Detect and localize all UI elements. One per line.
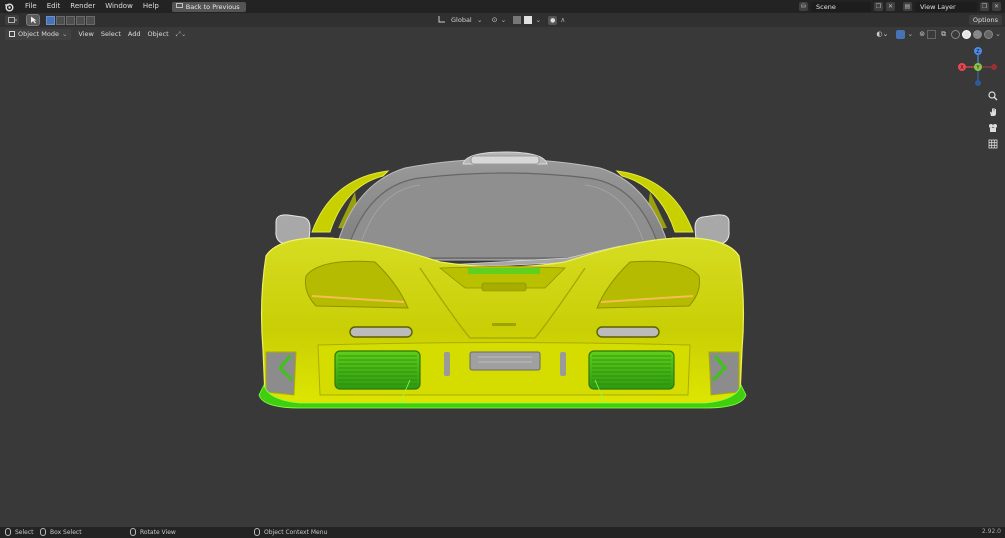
transform-orientation-dropdown[interactable]: Global [449, 16, 474, 24]
delete-scene-icon[interactable]: ✕ [886, 2, 895, 11]
menu-edit[interactable]: Edit [42, 0, 66, 13]
selection-mode-group [45, 15, 95, 25]
screen-icon [175, 2, 183, 12]
right-mouse-icon [254, 528, 260, 536]
chevron-down-icon: ⌄ [535, 16, 542, 24]
scene-selector: ⛁ Scene ❐ ✕ [799, 1, 895, 12]
scene-icon[interactable]: ⛁ [799, 2, 808, 11]
proportional-edit-icon[interactable]: ● [548, 15, 558, 25]
menu-window[interactable]: Window [100, 0, 138, 13]
xray-toggle-icon[interactable] [927, 29, 937, 39]
status-select-label: Select [15, 528, 34, 536]
zoom-icon[interactable] [986, 89, 999, 102]
chevron-down-icon: ⌄ [500, 16, 507, 24]
gizmo-toggle-icon[interactable] [896, 29, 906, 39]
status-context-menu: Object Context Menu [254, 528, 327, 536]
object-visibility-icon[interactable]: ◐⌄ [876, 30, 888, 38]
transform-affect-icon[interactable]: ⤢⌄ [172, 28, 190, 40]
viewport-menu-object[interactable]: Object [144, 28, 172, 40]
mode-subtract-icon[interactable] [66, 15, 75, 25]
status-box-select: Box Select [40, 528, 82, 536]
new-scene-icon[interactable]: ❐ [874, 2, 883, 11]
status-bar: Select Box Select Rotate View Object Con… [0, 527, 1005, 538]
select-tool-icon[interactable] [26, 14, 40, 26]
editor-type-icon[interactable] [5, 15, 19, 25]
delete-view-layer-icon[interactable]: ✕ [992, 2, 1001, 11]
snap-target-icon[interactable] [524, 16, 533, 24]
mode-intersect-icon[interactable] [86, 15, 95, 25]
mode-set-icon[interactable] [46, 15, 55, 25]
3d-viewport[interactable]: Z X Y [0, 41, 1005, 527]
mode-extend-icon[interactable] [56, 15, 65, 25]
snap-toggle-icon[interactable] [513, 16, 522, 24]
view-layer-icon[interactable]: ▤ [903, 2, 912, 11]
chevron-down-icon: ⌄ [907, 30, 914, 38]
material-preview-shading-icon[interactable] [973, 29, 983, 39]
options-dropdown[interactable]: Options [968, 15, 1002, 25]
chevron-down-icon: ⌄ [476, 16, 483, 24]
view-layer-selector: ▤ View Layer ❐ ✕ [903, 1, 1001, 12]
back-to-previous-label: Back to Previous [185, 2, 240, 11]
grid-perspective-icon[interactable] [986, 137, 999, 150]
view-layer-name-field[interactable]: View Layer [915, 1, 977, 12]
middle-mouse-icon [130, 528, 136, 536]
version-label: 2.92.0 [981, 528, 1001, 535]
pivot-point-icon[interactable]: ⊙ [492, 16, 498, 24]
transform-settings: Global ⌄ ⊙ ⌄ ⌄ ● ∧ [438, 14, 565, 26]
solid-shading-icon[interactable] [962, 29, 972, 39]
object-mode-icon [9, 31, 15, 37]
tool-header: Global ⌄ ⊙ ⌄ ⌄ ● ∧ Options [0, 13, 1005, 27]
status-box-select-label: Box Select [50, 528, 82, 536]
chevron-down-icon: ⌄ [61, 29, 68, 38]
top-menu-bar: File Edit Render Window Help Back to Pre… [0, 0, 1005, 13]
status-rotate-view-label: Rotate View [140, 528, 176, 536]
object-mode-dropdown[interactable]: Object Mode ⌄ [5, 28, 72, 40]
object-mode-label: Object Mode [18, 29, 59, 38]
pan-hand-icon[interactable] [986, 105, 999, 118]
menu-render[interactable]: Render [65, 0, 100, 13]
overlays-icon[interactable]: ⊚ [919, 30, 925, 38]
falloff-icon[interactable]: ∧ [560, 16, 565, 24]
viewport-menu-add[interactable]: Add [124, 28, 144, 40]
viewport-header: Object Mode ⌄ View Select Add Object ⤢⌄ … [0, 27, 1005, 41]
left-mouse-icon [5, 528, 11, 536]
camera-icon[interactable] [986, 121, 999, 134]
menu-file[interactable]: File [20, 0, 42, 13]
rendered-shading-icon[interactable] [984, 29, 994, 39]
status-context-menu-label: Object Context Menu [264, 528, 328, 536]
xray-icon[interactable]: ⧉ [941, 30, 946, 39]
car-model[interactable] [0, 41, 1005, 527]
viewport-menu-view[interactable]: View [75, 28, 97, 40]
status-rotate-view: Rotate View [130, 528, 176, 536]
back-to-previous-button[interactable]: Back to Previous [171, 1, 246, 12]
middle-mouse-icon [40, 528, 46, 536]
mode-invert-icon[interactable] [76, 15, 85, 25]
chevron-down-icon: ⌄ [995, 30, 1001, 38]
viewport-menu-select[interactable]: Select [97, 28, 124, 40]
scene-name-field[interactable]: Scene [811, 1, 871, 12]
new-view-layer-icon[interactable]: ❐ [980, 2, 989, 11]
orientation-icon [438, 15, 446, 25]
navigation-gizmo[interactable]: Z X Y [955, 45, 1000, 90]
blender-logo-icon[interactable] [4, 2, 14, 12]
menu-help[interactable]: Help [138, 0, 164, 13]
viewport-display-controls: ◐⌄ ⌄ ⊚ ⧉ ⌄ [876, 28, 1001, 40]
wireframe-shading-icon[interactable] [951, 29, 961, 39]
gizmo-z-label: Z [976, 49, 980, 55]
gizmo-x-label: X [960, 65, 964, 71]
status-select: Select [5, 528, 34, 536]
